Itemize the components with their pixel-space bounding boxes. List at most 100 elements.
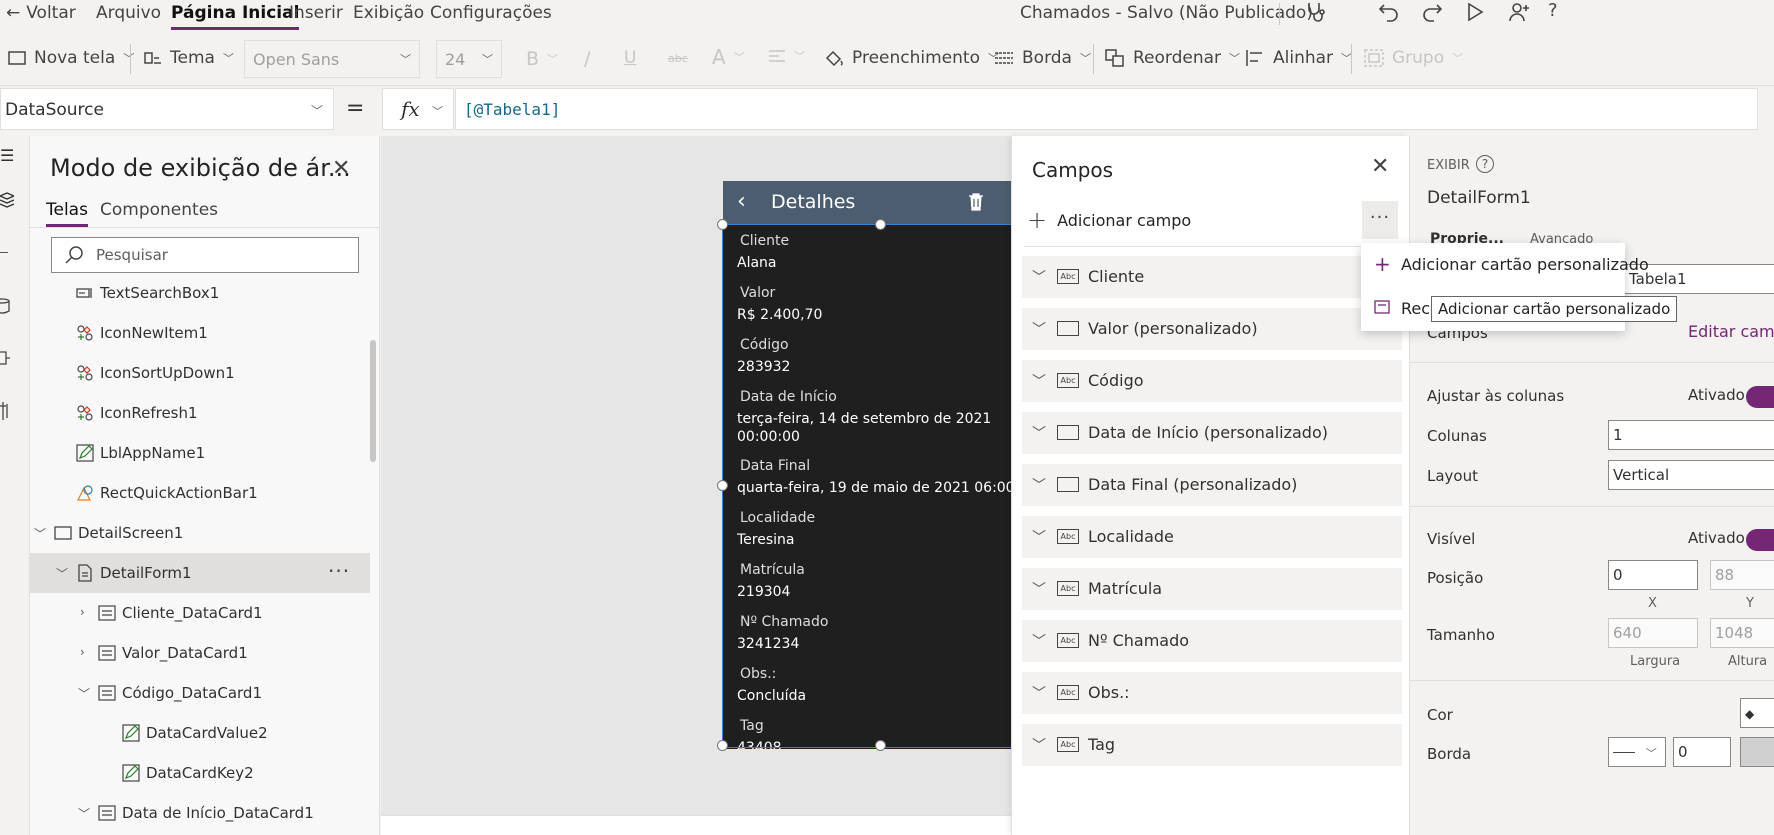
chevron-down-icon[interactable]: ﹀ (78, 805, 90, 822)
chevron-down-icon[interactable]: ﹀ (1032, 371, 1046, 391)
tab-screens[interactable]: Telas (46, 200, 88, 227)
field-row-codigo[interactable]: ﹀ Abc Código (1022, 360, 1402, 402)
tree-item-rectquickactionbar[interactable]: RectQuickActionBar1 (30, 473, 370, 513)
text-align-button[interactable]: ﹀ (768, 48, 805, 64)
tab-components[interactable]: Componentes (100, 200, 218, 220)
position-y-input[interactable]: 88 (1710, 560, 1774, 590)
resize-handle[interactable] (717, 480, 728, 491)
chevron-right-icon[interactable]: › (80, 605, 85, 619)
width-input[interactable]: 640 (1608, 618, 1698, 648)
chevron-down-icon[interactable]: ﹀ (1032, 423, 1046, 443)
reorder-button[interactable]: Reordenar ﹀ (1105, 48, 1240, 68)
field-row-tag[interactable]: ﹀ Abc Tag (1022, 724, 1402, 766)
position-x-input[interactable]: 0 (1608, 560, 1698, 590)
columns-input[interactable]: 1 (1608, 420, 1774, 450)
menu-view[interactable]: Exibição (353, 3, 424, 23)
field-row-chamado[interactable]: ﹀ Abc Nº Chamado (1022, 620, 1402, 662)
menu-settings[interactable]: Configurações (430, 3, 552, 23)
field-row-data-inicio[interactable]: ﹀ Data de Início (personalizado) (1022, 412, 1402, 454)
italic-button[interactable]: / (584, 48, 590, 70)
chevron-down-icon[interactable]: ﹀ (1032, 683, 1046, 703)
hamburger-icon[interactable]: ☰ (0, 146, 14, 165)
bold-button[interactable]: B ﹀ (526, 48, 558, 70)
snap-toggle[interactable] (1746, 386, 1774, 408)
menu-file[interactable]: Arquivo (96, 3, 161, 23)
edit-fields-link[interactable]: Editar camp (1688, 322, 1774, 341)
function-button[interactable]: fx ﹀ (382, 88, 454, 130)
database-icon[interactable] (0, 298, 10, 314)
tree-scrollbar[interactable] (370, 340, 376, 462)
font-size-select[interactable]: 24 ﹀ (436, 40, 502, 78)
tree-item-detailform[interactable]: ﹀ DetailForm1 ··· (30, 553, 370, 593)
group-button[interactable]: Grupo ﹀ (1364, 48, 1463, 68)
field-row-localidade[interactable]: ﹀ Abc Localidade (1022, 516, 1402, 558)
fill-button[interactable]: Preenchimento ﹀ (824, 48, 999, 68)
border-width-input[interactable]: 0 (1673, 737, 1731, 767)
chevron-down-icon[interactable]: ﹀ (1032, 475, 1046, 495)
align-button[interactable]: Alinhar ﹀ (1245, 48, 1352, 68)
tree-item-iconnewitem[interactable]: IconNewItem1 (30, 313, 370, 353)
menu-insert[interactable]: Inserir (289, 3, 343, 23)
undo-icon[interactable] (1378, 1, 1400, 23)
chevron-down-icon[interactable]: ﹀ (1032, 631, 1046, 651)
border-style-select[interactable]: ﹀ (1608, 737, 1666, 767)
add-field-button[interactable]: + Adicionar campo (1027, 206, 1191, 234)
media-icon[interactable] (0, 350, 10, 366)
trash-icon[interactable] (968, 193, 984, 211)
stethoscope-icon[interactable] (1304, 1, 1328, 23)
resize-handle[interactable] (875, 740, 886, 751)
chevron-down-icon[interactable]: ﹀ (56, 565, 68, 582)
close-icon[interactable]: ✕ (1371, 154, 1389, 179)
strikethrough-button[interactable]: abc (668, 52, 688, 65)
tree-item-iconsortupdown[interactable]: IconSortUpDown1 (30, 353, 370, 393)
help-icon[interactable]: ? (1476, 155, 1494, 173)
search-input[interactable]: Pesquisar (51, 237, 359, 273)
tree-item-textsearchbox[interactable]: TextSearchBox1 (30, 273, 370, 313)
tree-item-codigo-datacard[interactable]: ﹀ Código_DataCard1 (30, 673, 370, 713)
chevron-down-icon[interactable]: ﹀ (1032, 735, 1046, 755)
visible-toggle[interactable] (1746, 529, 1774, 551)
border-color-picker[interactable] (1740, 737, 1774, 767)
help-icon[interactable]: ? (1548, 0, 1558, 21)
redo-icon[interactable] (1421, 1, 1443, 23)
chevron-left-icon[interactable]: ‹ (737, 189, 746, 214)
more-options-button[interactable]: ··· (1362, 201, 1398, 239)
tree-item-datacardvalue[interactable]: DataCardValue2 (30, 713, 370, 753)
menu-home[interactable]: Página Inicial (171, 3, 300, 30)
tree-item-iconrefresh[interactable]: IconRefresh1 (30, 393, 370, 433)
tree-item-datainicio-datacard[interactable]: ﹀ Data de Início_DataCard1 (30, 793, 370, 833)
chevron-right-icon[interactable]: › (80, 645, 85, 659)
chevron-down-icon[interactable]: ﹀ (1032, 527, 1046, 547)
chevron-down-icon[interactable]: ﹀ (1032, 267, 1046, 287)
app-screen-preview[interactable]: ‹ Detalhes Cliente Alana Valor R$ 2.400,… (723, 181, 1023, 749)
font-color-button[interactable]: A ﹀ (712, 45, 745, 69)
field-row-cliente[interactable]: ﹀ Abc Cliente (1022, 256, 1402, 298)
close-icon[interactable]: ✕ (332, 156, 350, 181)
chevron-down-icon[interactable]: ﹀ (1032, 319, 1046, 339)
new-screen-button[interactable]: Nova tela ﹀ (8, 48, 134, 68)
back-button[interactable]: ← Voltar (6, 3, 76, 23)
field-row-valor[interactable]: ﹀ Valor (personalizado) (1022, 308, 1402, 350)
field-row-obs[interactable]: ﹀ Abc Obs.: (1022, 672, 1402, 714)
tree-item-lblappname[interactable]: LblAppName1 (30, 433, 370, 473)
chevron-down-icon[interactable]: ﹀ (34, 525, 46, 542)
more-options-icon[interactable]: ··· (328, 559, 350, 583)
tree-item-cliente-datacard[interactable]: › Cliente_DataCard1 (30, 593, 370, 633)
tree-item-valor-datacard[interactable]: › Valor_DataCard1 (30, 633, 370, 673)
property-select[interactable]: DataSource ﹀ (0, 88, 334, 130)
theme-button[interactable]: Tema ﹀ (144, 48, 234, 68)
insert-icon[interactable] (0, 252, 8, 253)
border-button[interactable]: Borda ﹀ (994, 48, 1091, 68)
chevron-down-icon[interactable]: ﹀ (78, 685, 90, 702)
field-row-data-final[interactable]: ﹀ Data Final (personalizado) (1022, 464, 1402, 506)
resize-handle[interactable] (717, 740, 728, 751)
menu-item-add-custom-card[interactable]: + Adicionar cartão personalizado (1361, 243, 1649, 287)
layout-select[interactable]: Vertical (1608, 460, 1774, 490)
height-input[interactable]: 1048 (1710, 618, 1774, 648)
formula-input[interactable]: [@Tabela1] (455, 88, 1758, 130)
font-family-select[interactable]: Open Sans ﹀ (244, 40, 420, 78)
field-row-matricula[interactable]: ﹀ Abc Matrícula (1022, 568, 1402, 610)
tree-item-datacardkey[interactable]: DataCardKey2 (30, 753, 370, 793)
chevron-down-icon[interactable]: ﹀ (1032, 579, 1046, 599)
tree-item-detailscreen[interactable]: ﹀ DetailScreen1 (30, 513, 370, 553)
